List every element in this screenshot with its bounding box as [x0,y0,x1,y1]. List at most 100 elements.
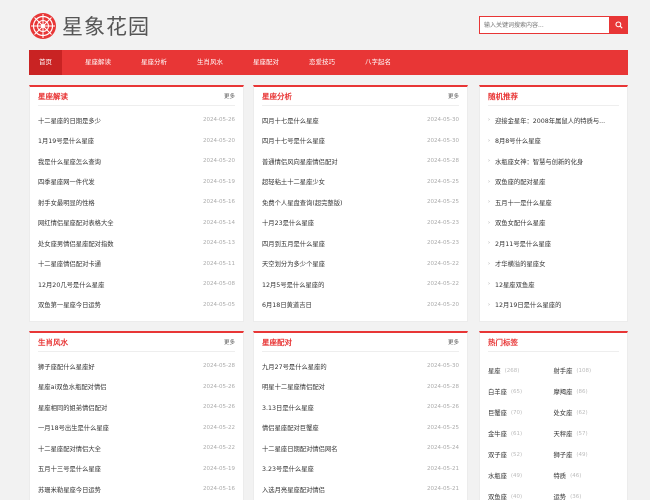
list-item[interactable]: 3.23号是什么星座 2024-05-21 [262,459,459,480]
recommend-title[interactable]: 双鱼女配什么星座 [495,218,545,227]
tag-name[interactable]: 星座 [488,366,501,375]
recommend-item[interactable]: › 五月十一是什么星座 [488,192,619,213]
recommend-title[interactable]: 才华横溢的星座女 [495,259,545,268]
tag-item[interactable]: 水瓶座 (49) [488,465,554,486]
list-item[interactable]: 射手女最明显的性格 2024-05-16 [38,192,235,213]
recommend-item[interactable]: › 2月11号是什么星座 [488,233,619,254]
list-item[interactable]: 6月18日黄道吉日 2024-05-20 [262,295,459,316]
list-item[interactable]: 十月23是什么星座 2024-05-23 [262,213,459,234]
list-item[interactable]: 苏珊米勒星座今日运势 2024-05-16 [38,479,235,500]
recommend-item[interactable]: › 水瓶座女神：智慧与创新的化身 [488,151,619,172]
list-item[interactable]: 星座ai双鱼水瓶配对情侣 2024-05-26 [38,377,235,398]
tag-item[interactable]: 狮子座 (49) [554,444,620,465]
list-item[interactable]: 五月十三号是什么星座 2024-05-19 [38,459,235,480]
list-item[interactable]: 超轻粘土十二星座少女 2024-05-25 [262,172,459,193]
tag-name[interactable]: 巨蟹座 [488,408,507,417]
list-item[interactable]: 12月5号是什么星座的 2024-05-22 [262,274,459,295]
list-item[interactable]: 1月19号是什么星座 2024-05-20 [38,131,235,152]
tag-item[interactable]: 处女座 (62) [554,402,620,423]
list-item[interactable]: 星座相同的姐弟情侣配对 2024-05-26 [38,397,235,418]
more-link[interactable]: 更多 [448,92,459,100]
list-item[interactable]: 四月到五月是什么星座 2024-05-23 [262,233,459,254]
article-title[interactable]: 四月十七号是什么星座 [262,136,325,145]
article-title[interactable]: 十二星座配对情侣大全 [38,444,101,453]
article-title[interactable]: 普通情侣风向星座情侣配对 [262,157,338,166]
tag-item[interactable]: 双鱼座 (40) [488,486,554,500]
article-title[interactable]: 九月27号是什么星座的 [262,362,327,371]
list-item[interactable]: 免费个人星盘查询(超完整版) 2024-05-25 [262,192,459,213]
nav-item-home[interactable]: 首页 [29,50,62,75]
recommend-item[interactable]: › 8月8号什么星座 [488,131,619,152]
search-button[interactable] [609,16,628,34]
list-item[interactable]: 普通情侣风向星座情侣配对 2024-05-28 [262,151,459,172]
article-title[interactable]: 十二星座日期配对情侣网名 [262,444,338,453]
list-item[interactable]: 十二星座日期配对情侣网名 2024-05-24 [262,438,459,459]
tag-item[interactable]: 星座 (268) [488,360,554,381]
site-logo[interactable]: 星象花园 [29,11,150,41]
recommend-title[interactable]: 迎接金星年：2008年属鼠人的特质与... [495,116,605,125]
list-item[interactable]: 12月20几号是什么星座 2024-05-08 [38,274,235,295]
recommend-item[interactable]: › 12月19日是什么星座的 [488,295,619,316]
article-title[interactable]: 星座ai双鱼水瓶配对情侣 [38,382,107,391]
nav-item-jiedu[interactable]: 星座解读 [76,50,120,75]
article-title[interactable]: 四月到五月是什么星座 [262,239,325,248]
article-title[interactable]: 狮子座配什么星座好 [38,362,95,371]
article-title[interactable]: 十二星座情侣配对卡通 [38,259,101,268]
article-title[interactable]: 苏珊米勒星座今日运势 [38,485,101,494]
list-item[interactable]: 九月27号是什么星座的 2024-05-30 [262,356,459,377]
tag-name[interactable]: 白羊座 [488,387,507,396]
article-title[interactable]: 3.13日是什么星座 [262,403,314,412]
list-item[interactable]: 情侣星座配对巨蟹座 2024-05-25 [262,418,459,439]
list-item[interactable]: 网红情侣星座配对表格大全 2024-05-14 [38,213,235,234]
tag-name[interactable]: 摩羯座 [554,387,573,396]
article-title[interactable]: 情侣星座配对巨蟹座 [262,423,319,432]
tag-name[interactable]: 运势 [554,492,567,500]
tag-item[interactable]: 射手座 (108) [554,360,620,381]
list-item[interactable]: 十二星座配对情侣大全 2024-05-22 [38,438,235,459]
tag-name[interactable]: 处女座 [554,408,573,417]
recommend-item[interactable]: › 双鱼女配什么星座 [488,213,619,234]
more-link[interactable]: 更多 [448,338,459,346]
nav-item-qiming[interactable]: 八字起名 [356,50,400,75]
article-title[interactable]: 十月23是什么星座 [262,218,314,227]
nav-item-fengshui[interactable]: 生肖风水 [188,50,232,75]
article-title[interactable]: 12月20几号是什么星座 [38,280,104,289]
recommend-title[interactable]: 水瓶座女神：智慧与创新的化身 [495,157,583,166]
article-title[interactable]: 免费个人星盘查询(超完整版) [262,198,342,207]
article-title[interactable]: 一月18号出生是什么星座 [38,423,109,432]
list-item[interactable]: 四月十七号是什么星座 2024-05-30 [262,131,459,152]
tag-name[interactable]: 双鱼座 [488,492,507,500]
article-title[interactable]: 明星十二星座情侣配对 [262,382,325,391]
article-title[interactable]: 五月十三号是什么星座 [38,464,101,473]
recommend-item[interactable]: › 12星座双鱼座 [488,274,619,295]
list-item[interactable]: 天空划分为多少个星座 2024-05-22 [262,254,459,275]
list-item[interactable]: 我是什么星座怎么查询 2024-05-20 [38,151,235,172]
list-item[interactable]: 入选月亮星座配对情侣 2024-05-21 [262,479,459,500]
list-item[interactable]: 四月十七是什么星座 2024-05-30 [262,110,459,131]
list-item[interactable]: 十二星座的日期是多少 2024-05-26 [38,110,235,131]
list-item[interactable]: 十二星座情侣配对卡通 2024-05-11 [38,254,235,275]
article-title[interactable]: 超轻粘土十二星座少女 [262,177,325,186]
tag-item[interactable]: 双子座 (52) [488,444,554,465]
article-title[interactable]: 天空划分为多少个星座 [262,259,325,268]
recommend-title[interactable]: 2月11号是什么星座 [495,239,551,248]
article-title[interactable]: 入选月亮星座配对情侣 [262,485,325,494]
tag-name[interactable]: 水瓶座 [488,471,507,480]
more-link[interactable]: 更多 [224,92,235,100]
tag-item[interactable]: 金牛座 (61) [488,423,554,444]
tag-item[interactable]: 巨蟹座 (70) [488,402,554,423]
list-item[interactable]: 3.13日是什么星座 2024-05-26 [262,397,459,418]
tag-name[interactable]: 天秤座 [554,429,573,438]
tag-item[interactable]: 摩羯座 (86) [554,381,620,402]
tag-item[interactable]: 天秤座 (57) [554,423,620,444]
list-item[interactable]: 一月18号出生是什么星座 2024-05-22 [38,418,235,439]
nav-item-peidui[interactable]: 星座配对 [244,50,288,75]
more-link[interactable]: 更多 [224,338,235,346]
list-item[interactable]: 四季星座网一件代发 2024-05-19 [38,172,235,193]
article-title[interactable]: 双鱼第一星座今日运势 [38,300,101,309]
article-title[interactable]: 1月19号是什么星座 [38,136,94,145]
recommend-title[interactable]: 双鱼座的配对星座 [495,177,545,186]
article-title[interactable]: 射手女最明显的性格 [38,198,95,207]
tag-item[interactable]: 运势 (36) [554,486,620,500]
article-title[interactable]: 我是什么星座怎么查询 [38,157,101,166]
